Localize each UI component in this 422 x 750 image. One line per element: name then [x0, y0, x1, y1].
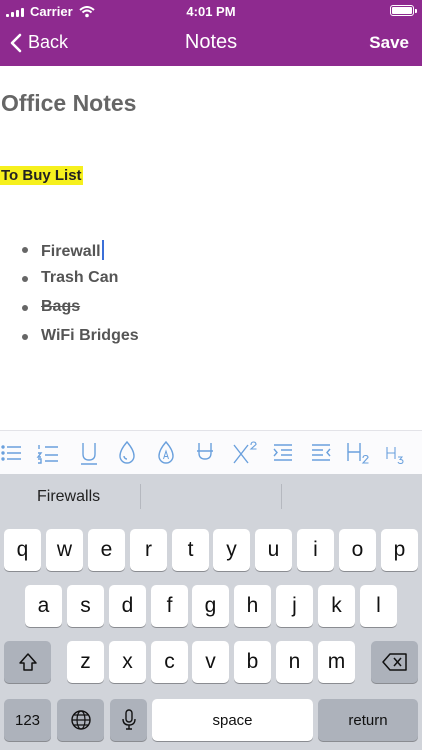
- key-h[interactable]: h: [234, 585, 271, 627]
- key-v[interactable]: v: [192, 641, 229, 683]
- key-l[interactable]: l: [360, 585, 397, 627]
- list-item-text: WiFi Bridges: [41, 327, 139, 344]
- key-f[interactable]: f: [151, 585, 188, 627]
- delete-key[interactable]: [371, 641, 418, 683]
- superscript-icon[interactable]: [226, 431, 264, 475]
- list-item-text: Bags: [41, 298, 81, 315]
- key-s[interactable]: s: [67, 585, 104, 627]
- indent-icon[interactable]: [264, 431, 302, 475]
- key-j[interactable]: j: [276, 585, 313, 627]
- highlight-icon[interactable]: [147, 431, 185, 475]
- key-q[interactable]: q: [4, 529, 41, 571]
- navigation-bar: Back Notes Save: [0, 22, 422, 66]
- list-item[interactable]: Firewall: [22, 240, 139, 269]
- shift-key[interactable]: [4, 641, 51, 683]
- key-u[interactable]: u: [255, 529, 292, 571]
- key-m[interactable]: m: [318, 641, 355, 683]
- status-time: 4:01 PM: [186, 4, 236, 19]
- formatting-toolbar: [0, 430, 422, 474]
- key-w[interactable]: w: [46, 529, 83, 571]
- keyboard: Firewalls q w e r t y u i o p a s d f g …: [0, 474, 422, 750]
- key-r[interactable]: r: [130, 529, 167, 571]
- microphone-icon: [121, 709, 136, 730]
- key-t[interactable]: t: [172, 529, 209, 571]
- list-item-text: Firewall: [41, 243, 101, 260]
- underline-icon[interactable]: [70, 431, 108, 475]
- list-item[interactable]: WiFi Bridges: [22, 327, 139, 356]
- battery-icon: [390, 5, 417, 16]
- globe-key[interactable]: [57, 699, 104, 741]
- bullet-list-icon[interactable]: [0, 431, 30, 475]
- key-i[interactable]: i: [297, 529, 334, 571]
- key-g[interactable]: g: [192, 585, 229, 627]
- key-p[interactable]: p: [381, 529, 418, 571]
- dictation-key[interactable]: [110, 699, 147, 741]
- key-a[interactable]: a: [25, 585, 62, 627]
- key-d[interactable]: d: [109, 585, 146, 627]
- union-icon[interactable]: [186, 431, 224, 475]
- key-e[interactable]: e: [88, 529, 125, 571]
- highlighted-heading[interactable]: To Buy List: [0, 166, 83, 185]
- outdent-icon[interactable]: [302, 431, 340, 475]
- list-item[interactable]: Trash Can: [22, 269, 139, 298]
- numbered-list-icon[interactable]: [29, 431, 67, 475]
- save-button[interactable]: Save: [369, 33, 409, 53]
- page-title: Notes: [184, 31, 238, 53]
- key-k[interactable]: k: [318, 585, 355, 627]
- key-o[interactable]: o: [339, 529, 376, 571]
- suggestion-bar: Firewalls: [0, 474, 422, 518]
- shift-icon: [18, 653, 37, 671]
- return-key[interactable]: return: [318, 699, 418, 741]
- text-cursor: [101, 240, 104, 260]
- key-x[interactable]: x: [109, 641, 146, 683]
- suggestion-divider: [281, 484, 282, 509]
- key-c[interactable]: c: [151, 641, 188, 683]
- key-b[interactable]: b: [234, 641, 271, 683]
- list-item[interactable]: Bags: [22, 298, 139, 327]
- suggestion-word[interactable]: Firewalls: [37, 488, 100, 506]
- key-n[interactable]: n: [276, 641, 313, 683]
- suggestion-divider: [140, 484, 141, 509]
- key-y[interactable]: y: [213, 529, 250, 571]
- globe-icon: [70, 710, 91, 730]
- numbers-key[interactable]: 123: [4, 699, 51, 741]
- key-z[interactable]: z: [67, 641, 104, 683]
- list-item-text: Trash Can: [41, 269, 119, 286]
- note-title[interactable]: Office Notes: [1, 90, 136, 117]
- heading-3-icon[interactable]: [376, 431, 414, 475]
- heading-2-icon[interactable]: [340, 431, 378, 475]
- space-key[interactable]: space: [152, 699, 313, 741]
- status-bar: Carrier 4:01 PM: [0, 0, 422, 22]
- backspace-icon: [381, 653, 407, 671]
- bullet-list[interactable]: Firewall Trash Can Bags WiFi Bridges: [22, 240, 139, 356]
- text-color-icon[interactable]: [108, 431, 146, 475]
- note-editor[interactable]: Office Notes To Buy List Firewall Trash …: [0, 66, 422, 430]
